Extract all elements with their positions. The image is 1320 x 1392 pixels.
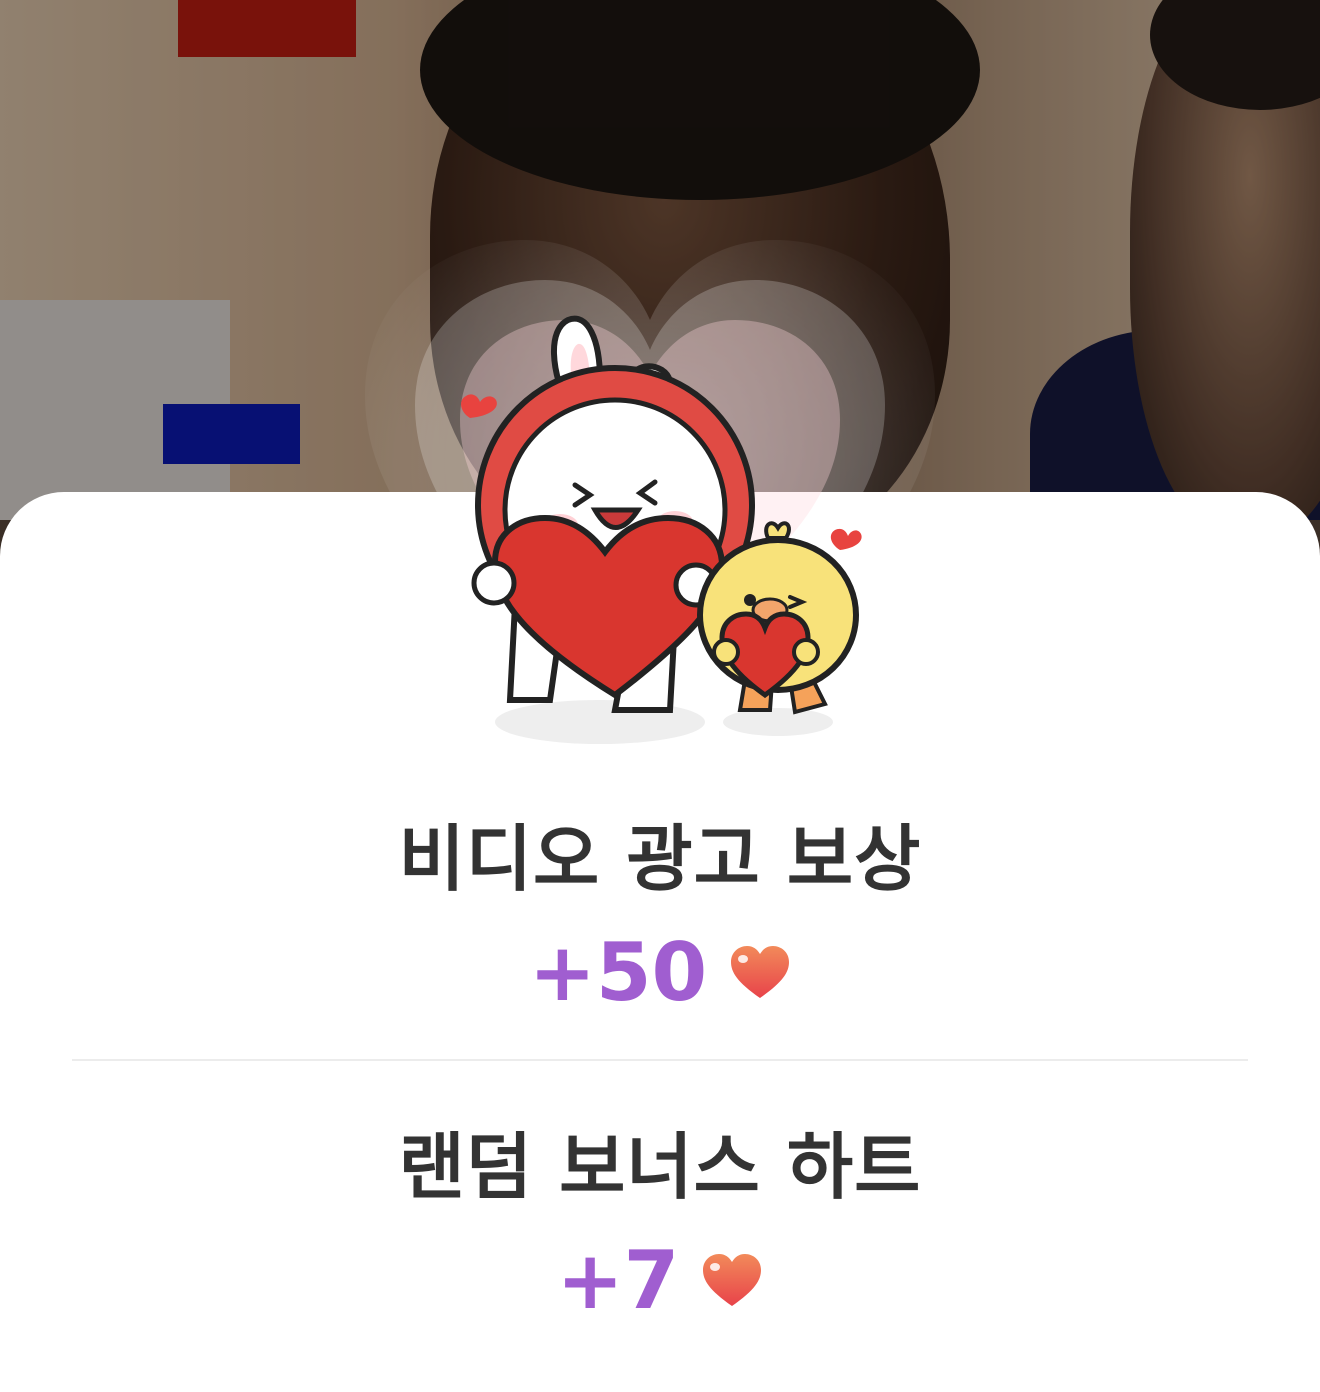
random-bonus-value: +7 (556, 1233, 680, 1327)
reward-divider (72, 1059, 1248, 1061)
bunny-chick-mascot (461, 315, 862, 744)
heart-icon (703, 1254, 762, 1306)
video-ad-reward-value: +50 (528, 925, 708, 1019)
random-bonus-title: 랜덤 보너스 하트 (398, 1125, 922, 1209)
video-ad-reward-title: 비디오 광고 보상 (398, 817, 922, 901)
heart-icon (731, 946, 790, 998)
random-bonus-amount: +7 (0, 1232, 1320, 1328)
video-ad-reward-amount: +50 (0, 924, 1320, 1020)
